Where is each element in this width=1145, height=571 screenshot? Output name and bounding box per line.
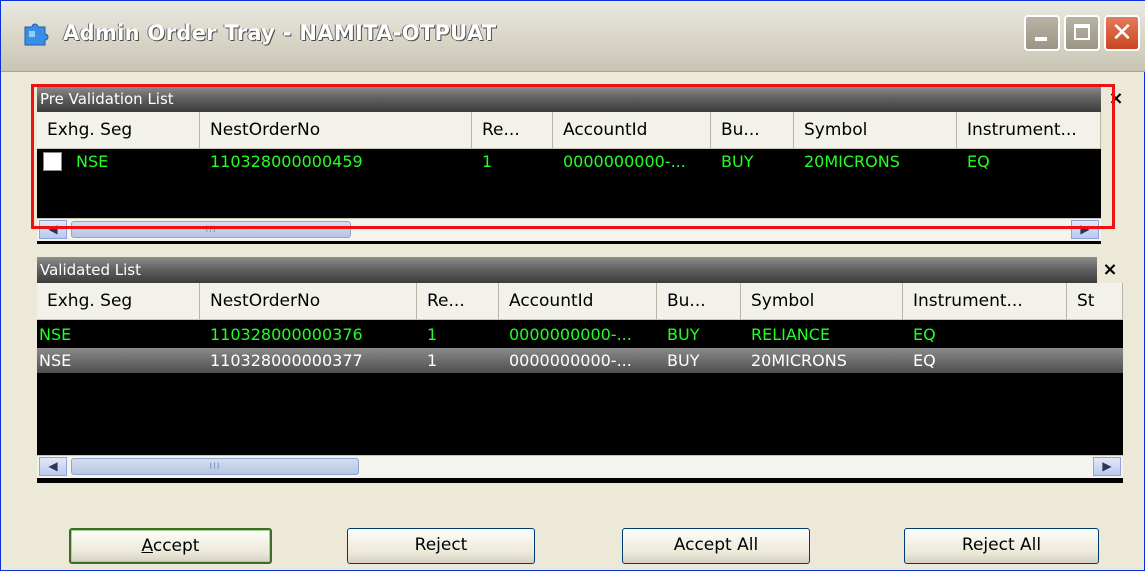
cell-account-id: 0000000000-... [509,325,632,344]
pre-validation-panel: Pre Validation List × Exhg. Seg NestOrde… [37,86,1129,244]
accept-all-button[interactable]: Accept All [622,528,810,564]
cell-symbol: 20MICRONS [804,152,900,171]
validated-title: Validated List [40,261,141,279]
admin-order-tray-window: Admin Order Tray - NAMITA-OTPUAT ✕ Pre V… [0,0,1145,571]
close-icon: ✕ [1111,18,1133,48]
thumb-grip: III [205,225,217,235]
validated-panel: Validated List × Exhg. Seg NestOrderNo R… [37,257,1123,483]
cell-bu: BUY [721,152,754,171]
column-header-bu[interactable]: Bu... [711,112,794,148]
cell-nest-order-no: 110328000000377 [210,351,363,370]
pre-validation-title: Pre Validation List [40,90,174,108]
cell-account-id: 0000000000-... [509,351,632,370]
column-header-exhg-seg[interactable]: Exhg. Seg [37,283,200,319]
column-header-bu[interactable]: Bu... [657,283,741,319]
validated-horizontal-scrollbar[interactable]: ◀ III ▶ [37,455,1123,478]
maximize-button[interactable] [1064,15,1100,51]
window-controls: ✕ [1024,15,1140,51]
cell-exhg-seg: NSE [39,325,72,344]
minimize-icon [1035,37,1047,41]
reject-button[interactable]: Reject [347,528,535,564]
column-header-instrument[interactable]: Instrument... [957,112,1101,148]
accept-button[interactable]: Accept [69,528,272,564]
column-header-re[interactable]: Re... [472,112,553,148]
scroll-right-icon[interactable]: ▶ [1071,220,1099,239]
cell-instrument: EQ [913,351,936,370]
scroll-left-icon[interactable]: ◀ [39,457,67,476]
row-select-checkbox[interactable] [43,151,62,171]
window-title: Admin Order Tray - NAMITA-OTPUAT [63,21,497,45]
column-header-st[interactable]: St [1067,283,1123,319]
column-header-account-id[interactable]: AccountId [499,283,657,319]
column-header-nest-order-no[interactable]: NestOrderNo [200,283,417,319]
pre-validation-header: Pre Validation List [37,86,1101,112]
maximize-icon [1074,24,1090,40]
table-row[interactable]: NSE 110328000000376 1 0000000000-... BUY… [37,322,1123,347]
title-bar[interactable]: Admin Order Tray - NAMITA-OTPUAT ✕ [1,1,1145,72]
pre-validation-horizontal-scrollbar[interactable]: ◀ III ▶ [37,218,1101,241]
reject-all-button[interactable]: Reject All [904,528,1099,564]
close-window-button[interactable]: ✕ [1104,15,1140,51]
cell-bu: BUY [667,351,700,370]
scroll-right-icon[interactable]: ▶ [1093,457,1121,476]
pre-validation-close-button[interactable]: × [1103,86,1129,112]
column-header-symbol[interactable]: Symbol [794,112,957,148]
puzzle-piece-icon [24,23,49,46]
scrollbar-thumb[interactable]: III [71,458,359,475]
cell-re: 1 [427,325,438,344]
cell-nest-order-no: 110328000000459 [210,152,363,171]
cell-account-id: 0000000000-... [563,152,686,171]
pre-validation-column-headers: Exhg. Seg NestOrderNo Re... AccountId Bu… [37,112,1101,149]
column-header-nest-order-no[interactable]: NestOrderNo [200,112,472,148]
validated-column-headers: Exhg. Seg NestOrderNo Re... AccountId Bu… [37,283,1123,320]
column-header-exhg-seg[interactable]: Exhg. Seg [37,112,200,148]
column-header-symbol[interactable]: Symbol [741,283,903,319]
cell-instrument: EQ [967,152,990,171]
table-row-selected[interactable]: NSE 110328000000377 1 0000000000-... BUY… [37,348,1123,373]
minimize-button[interactable] [1024,15,1060,51]
cell-re: 1 [482,152,493,171]
cell-exhg-seg: NSE [76,152,109,171]
column-header-re[interactable]: Re... [417,283,499,319]
scrollbar-thumb[interactable]: III [71,221,351,238]
cell-symbol: RELIANCE [751,325,831,344]
cell-nest-order-no: 110328000000376 [210,325,363,344]
cell-instrument: EQ [913,325,936,344]
thumb-grip: III [209,462,221,472]
cell-re: 1 [427,351,438,370]
cell-symbol: 20MICRONS [751,351,847,370]
column-header-account-id[interactable]: AccountId [553,112,711,148]
cell-bu: BUY [667,325,700,344]
column-header-instrument[interactable]: Instrument... [903,283,1067,319]
table-row[interactable]: NSE 110328000000459 1 0000000000-... BUY… [37,149,1101,174]
validated-close-button[interactable]: × [1097,257,1123,283]
cell-exhg-seg: NSE [39,351,72,370]
validated-header: Validated List [37,257,1097,283]
scroll-left-icon[interactable]: ◀ [39,220,67,239]
